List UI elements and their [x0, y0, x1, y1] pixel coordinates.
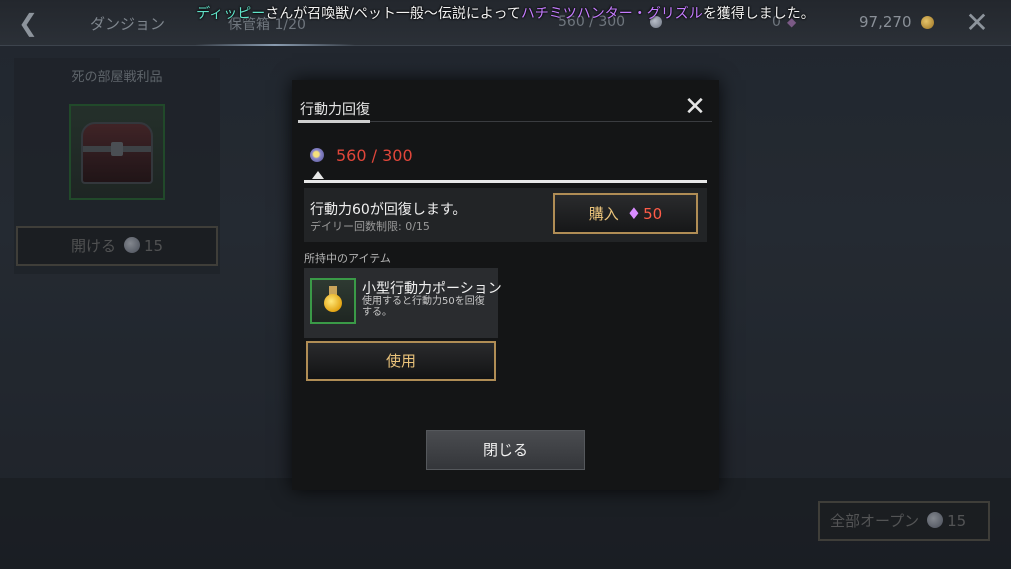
broadcast-player: ディッピー	[196, 6, 266, 22]
stamina-current: 560	[336, 146, 367, 165]
recover-option: 行動力60が回復します。 デイリー回数制限: 0/15 購入 ♦ 50	[304, 188, 707, 242]
use-button[interactable]: 使用	[306, 341, 496, 381]
stamina-bar	[304, 180, 707, 183]
broadcast-text-1: さんが召喚獣/ペット一般～伝説によって	[265, 6, 521, 22]
potion-icon	[324, 294, 342, 312]
buy-price: 50	[643, 205, 663, 223]
potion-slot	[310, 278, 356, 324]
item-description: 使用すると行動力50を回復する。	[362, 296, 485, 318]
stamina-separator: /	[371, 146, 378, 165]
owned-item-card: 小型行動力ポーション 使用すると行動力50を回復する。	[304, 268, 502, 338]
stamina-coin-icon	[310, 148, 324, 162]
owned-items-label: 所持中のアイテム	[304, 252, 391, 265]
system-broadcast: ディッピーさんが召喚獣/ペット一般～伝説によってハチミツハンター・グリズルを獲得…	[0, 3, 1011, 23]
close-button[interactable]: 閉じる	[426, 430, 585, 470]
broadcast-text-2: を獲得しました。	[702, 6, 815, 22]
recover-description: 行動力60が回復します。	[310, 202, 467, 218]
gem-icon: ♦	[626, 204, 642, 223]
close-icon[interactable]: ✕	[682, 94, 708, 120]
stamina-marker	[312, 171, 324, 179]
stamina-value: 560 / 300	[336, 146, 413, 165]
buy-label: 購入	[588, 205, 619, 223]
dialog-title: 行動力回復	[300, 102, 370, 118]
buy-button[interactable]: 購入 ♦ 50	[553, 193, 698, 234]
daily-limit: デイリー回数制限: 0/15	[310, 220, 430, 233]
item-name: 小型行動力ポーション	[362, 281, 502, 297]
broadcast-item: ハチミツハンター・グリズル	[520, 6, 703, 22]
stamina-recovery-dialog: 行動力回復 ✕ 560 / 300 行動力60が回復します。 デイリー回数制限:…	[292, 80, 719, 490]
title-accent	[298, 120, 370, 123]
stamina-max: 300	[382, 146, 413, 165]
